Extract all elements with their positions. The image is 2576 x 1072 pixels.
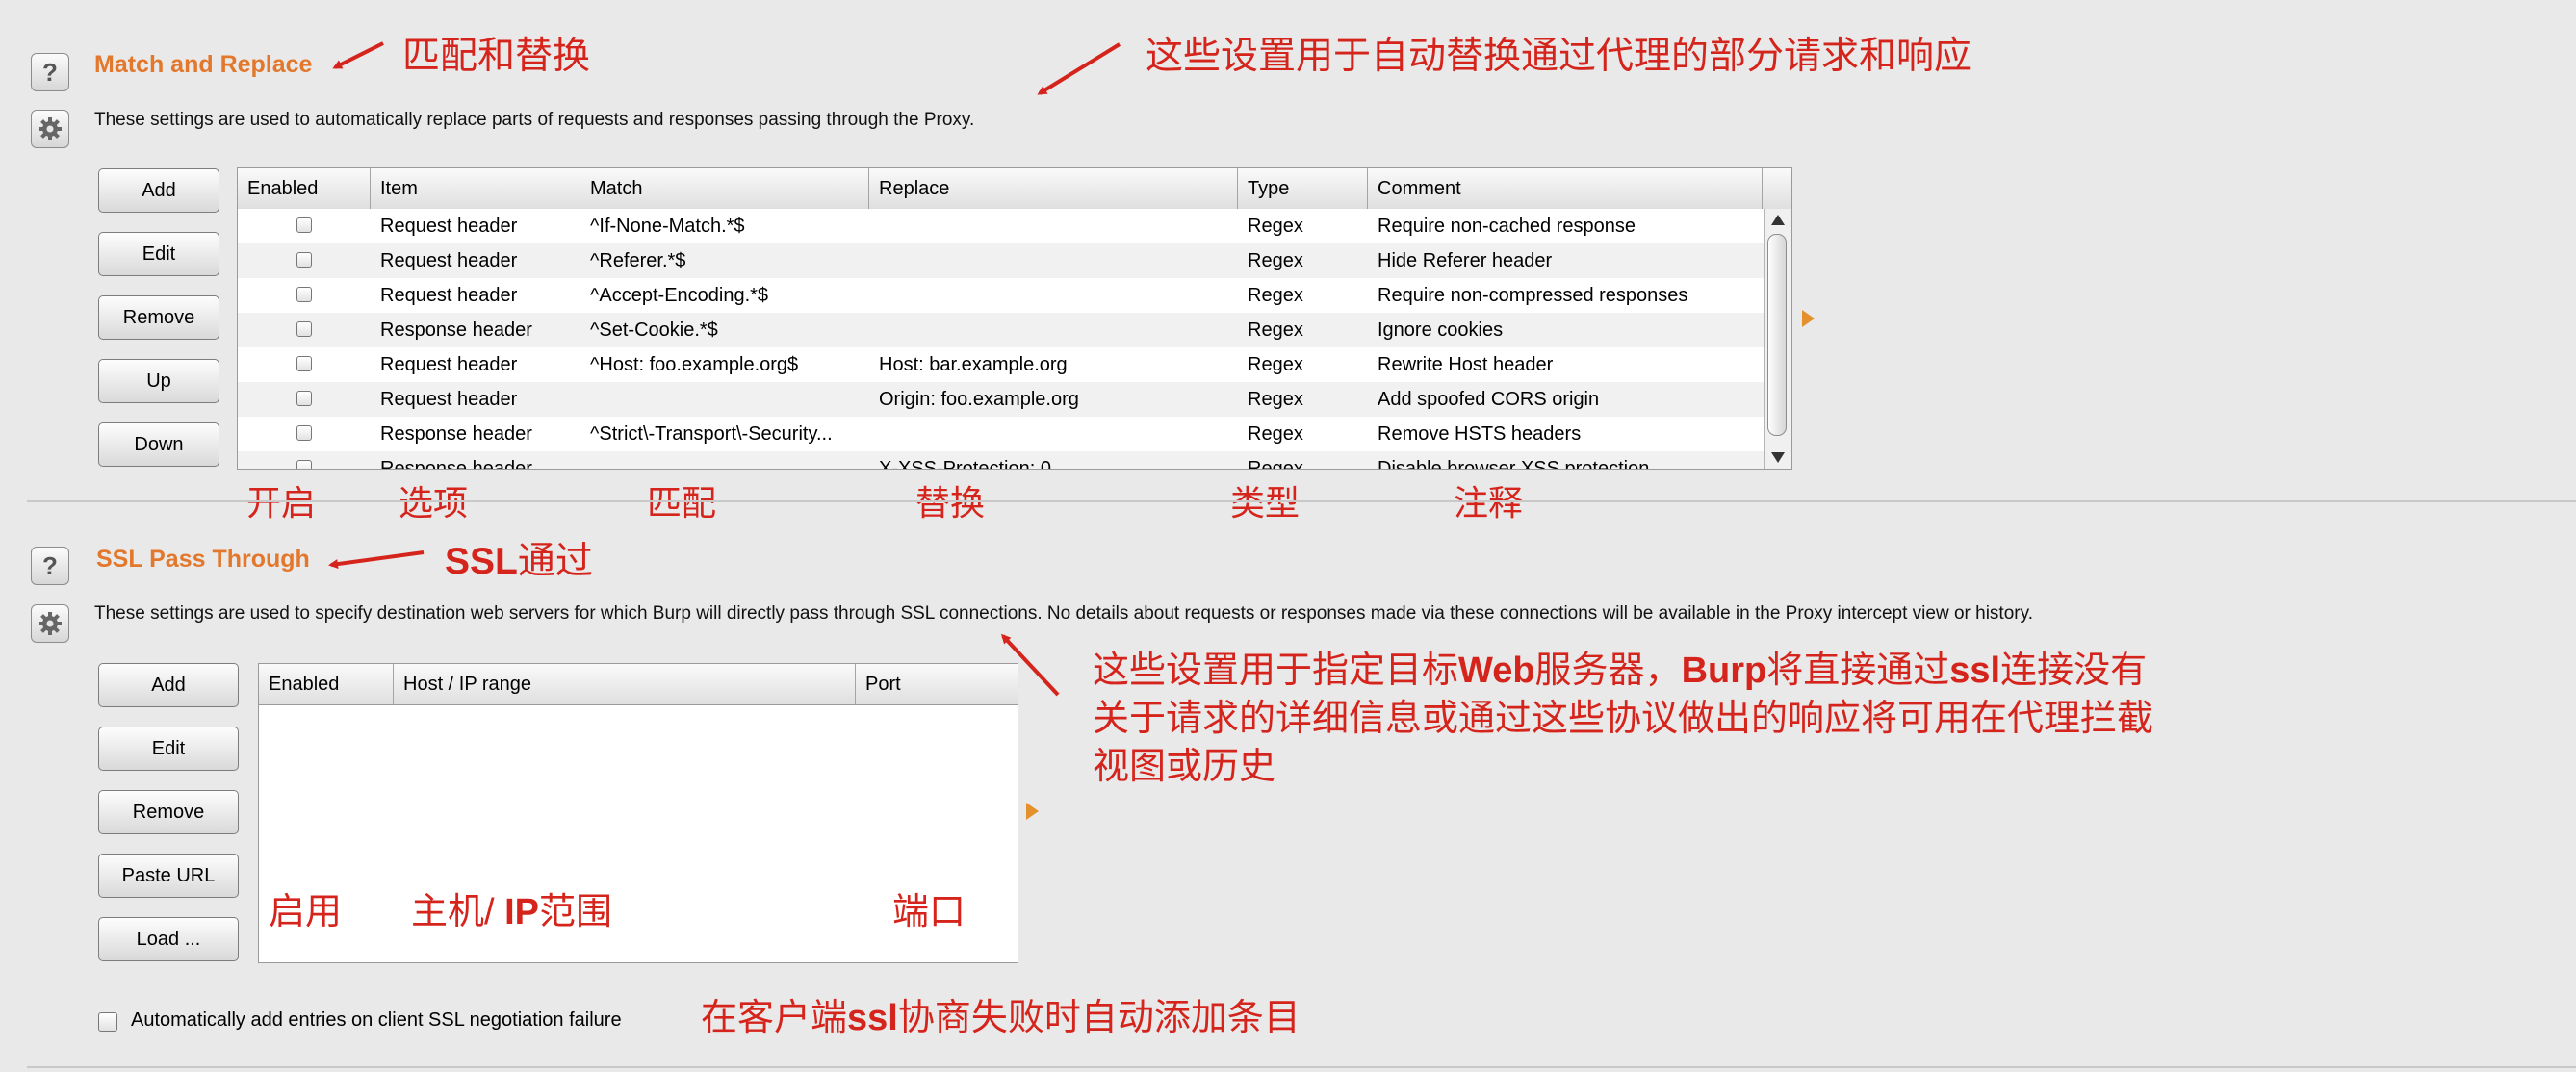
column-header-host-ip-range[interactable]: Host / IP range: [394, 664, 856, 704]
annotation-text: ssl: [847, 998, 898, 1038]
annotation-ssl-title: SSL通过: [445, 531, 593, 585]
section-divider: [27, 500, 2576, 502]
annotation-text: ssl: [1949, 651, 2001, 691]
annotation-text: 服务器，: [1534, 651, 1682, 691]
column-header-enabled[interactable]: Enabled: [259, 664, 394, 704]
annotation-ssl-col-host-a: 主机/: [411, 892, 495, 932]
annotation-text: 协商失败时自动添加条目: [897, 998, 1301, 1038]
annotation-ssl-title-bold: SSL: [445, 541, 518, 582]
bottom-divider: [27, 1066, 2576, 1068]
annotation-ssl-desc-line-3: 视图或历史: [1093, 747, 1276, 787]
annotation-text: Burp: [1681, 651, 1767, 691]
annotation-ssl-col-host: 主机/ IP范围: [411, 881, 612, 934]
section-title-ssl-pass-through: SSL Pass Through: [96, 546, 310, 573]
paste-url-button[interactable]: Paste URL: [98, 854, 239, 898]
annotation-text: Web: [1458, 651, 1535, 691]
annotation-ssl-desc-line-2: 关于请求的详细信息或通过这些协议做出的响应将可用在代理拦截: [1093, 699, 2154, 739]
annotation-ssl-description: 这些设置用于指定目标Web服务器，Burp将直接通过ssl连接没有 关于请求的详…: [1093, 647, 2153, 791]
annotation-match-replace-description: 这些设置用于自动替换通过代理的部分请求和响应: [1146, 36, 1972, 77]
annotation-text: 这些设置用于指定目标: [1093, 651, 1459, 691]
annotation-ssl-col-enabled: 启用: [269, 892, 343, 932]
add-button[interactable]: Add: [98, 663, 239, 707]
remove-button[interactable]: Remove: [98, 790, 239, 834]
auto-add-label: Automatically add entries on client SSL …: [131, 1009, 622, 1031]
annotation-ssl-col-host-b: IP: [504, 892, 540, 932]
ssl-pass-through-table: Enabled Host / IP range Port 启用 主机/ IP范围…: [258, 663, 1018, 963]
load-button[interactable]: Load ...: [98, 917, 239, 961]
annotation-match-replace-title: 匹配和替换: [402, 36, 591, 77]
gear-icon[interactable]: [31, 604, 69, 643]
column-header-port[interactable]: Port: [856, 664, 1018, 704]
annotation-ssl-desc-line-1: 这些设置用于指定目标Web服务器，Burp将直接通过ssl连接没有: [1093, 647, 2153, 695]
expand-arrow-icon[interactable]: [1026, 803, 1039, 820]
annotation-text: 在客户端: [701, 998, 848, 1038]
annotation-auto-add: 在客户端ssl协商失败时自动添加条目: [701, 987, 1301, 1040]
annotation-ssl-col-host-c: 范围: [539, 892, 613, 932]
annotation-text: 将直接通过: [1766, 651, 1950, 691]
annotation-ssl-col-port: 端口: [892, 892, 966, 932]
annotation-ssl-title-rest: 通过: [517, 541, 593, 582]
help-icon[interactable]: ?: [31, 547, 69, 585]
section-description-ssl-pass-through: These settings are used to specify desti…: [94, 603, 2033, 624]
annotation-text: 连接没有: [2000, 651, 2148, 691]
auto-add-checkbox[interactable]: [98, 1012, 117, 1032]
edit-button[interactable]: Edit: [98, 727, 239, 771]
table-header: Enabled Host / IP range Port: [259, 664, 1018, 705]
